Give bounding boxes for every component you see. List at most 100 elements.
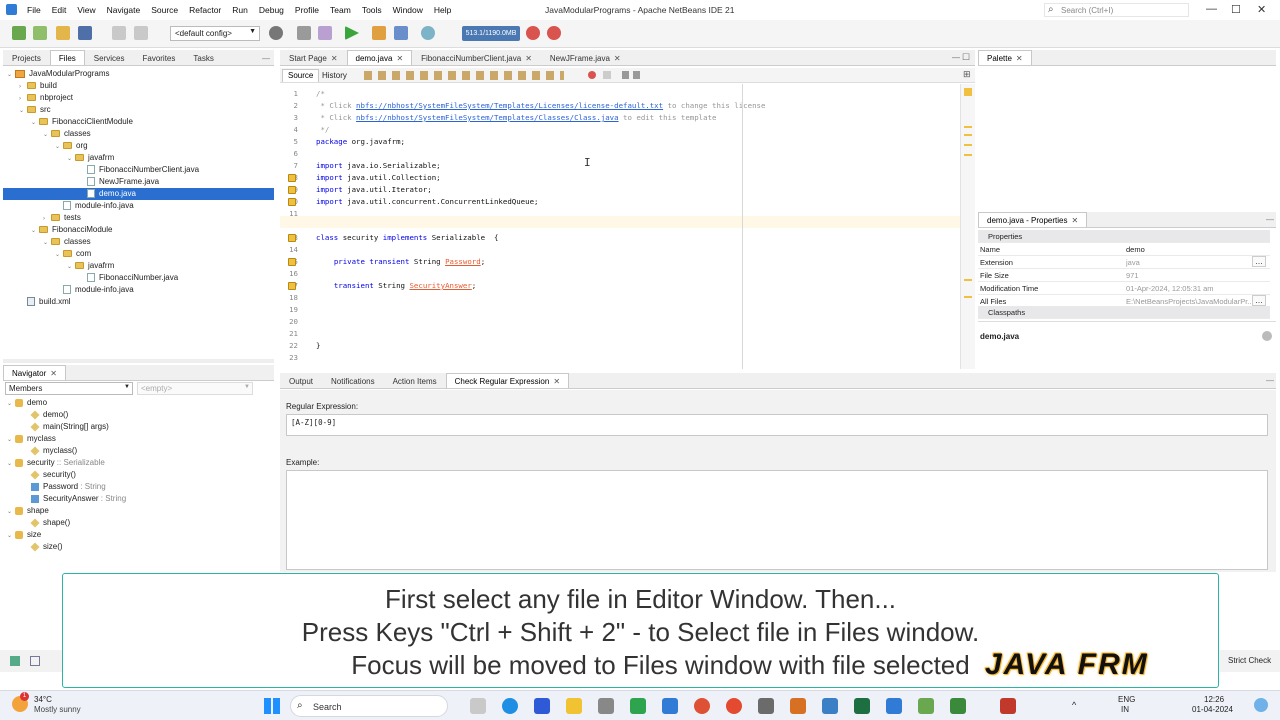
lightbulb-hint-icon[interactable]	[288, 186, 296, 194]
search-input[interactable]: ⌕ Search (Ctrl+I)	[1044, 3, 1189, 17]
minimize-editor-icon[interactable]: —	[952, 53, 960, 62]
splitter[interactable]	[3, 359, 274, 363]
tab-services[interactable]: Services	[85, 50, 134, 65]
app-icon[interactable]	[630, 698, 646, 714]
navigator-item[interactable]: Password : String	[3, 481, 106, 493]
lightbulb-hint-icon[interactable]	[288, 234, 296, 242]
tab-tasks[interactable]: Tasks	[184, 50, 222, 65]
minimize-panel-icon[interactable]: —	[1266, 376, 1274, 385]
app-icon[interactable]	[726, 698, 742, 714]
navigator-item[interactable]: SecurityAnswer : String	[3, 493, 126, 505]
clock-date[interactable]: 01-04-2024	[1192, 705, 1233, 714]
redo-icon[interactable]	[134, 26, 148, 40]
property-row[interactable]: Modification Time 01-Apr-2024, 12:05:31 a…	[978, 282, 1270, 295]
task-view-icon[interactable]	[470, 698, 486, 714]
close-icon[interactable]: ✕	[553, 377, 560, 386]
attach-icon[interactable]	[421, 26, 435, 40]
tree-item[interactable]: ⌄ classes	[3, 236, 274, 248]
profile-icon[interactable]	[394, 26, 408, 40]
clock-time[interactable]: 12:26	[1204, 695, 1224, 704]
app-icon[interactable]	[1000, 698, 1016, 714]
regex-input[interactable]: [A-Z][0-9]	[286, 414, 1268, 436]
tree-item[interactable]: ⌄ javafrm	[3, 260, 274, 272]
app-icon[interactable]	[822, 698, 838, 714]
split-editor-icon[interactable]: ⊞	[963, 69, 971, 80]
tree-item[interactable]: NewJFrame.java	[3, 176, 274, 188]
navigator-item[interactable]: demo()	[3, 409, 68, 421]
navigator-item[interactable]: ⌄ security :: Serializable	[3, 457, 105, 469]
close-icon[interactable]: ✕	[614, 54, 621, 63]
tree-item[interactable]: build.xml	[3, 296, 274, 308]
tree-item[interactable]: ⌄ src	[3, 104, 274, 116]
close-icon[interactable]: ✕	[525, 54, 532, 63]
source-view-button[interactable]: Source	[282, 69, 320, 82]
warning-mark[interactable]	[964, 144, 972, 146]
tree-item[interactable]: ⌄ com	[3, 248, 274, 260]
navigator-item[interactable]: ⌄ myclass	[3, 433, 56, 445]
menu-item-run[interactable]: Run	[232, 5, 248, 15]
tab-properties[interactable]: demo.java - Properties ✕	[978, 212, 1088, 227]
build-icon[interactable]	[297, 26, 311, 40]
lightbulb-hint-icon[interactable]	[288, 198, 296, 206]
navigator-item[interactable]: size()	[3, 541, 63, 553]
properties-section[interactable]: Properties	[978, 230, 1270, 243]
tab-navigator[interactable]: Navigator ✕	[3, 365, 66, 380]
warning-mark[interactable]	[964, 279, 972, 281]
tree-item[interactable]: demo.java	[3, 188, 274, 200]
tree-item[interactable]: › nbproject	[3, 92, 274, 104]
menu-item-window[interactable]: Window	[393, 5, 423, 15]
comment-icons[interactable]	[622, 71, 642, 79]
navigator-item[interactable]: security()	[3, 469, 76, 481]
error-stripe[interactable]	[960, 84, 975, 369]
chevron-up-icon[interactable]: ^	[1072, 700, 1076, 710]
warning-mark[interactable]	[964, 154, 972, 156]
word-icon[interactable]	[534, 698, 550, 714]
classpaths-section[interactable]: Classpaths	[978, 306, 1270, 319]
navigator-filter-select[interactable]: Members ▼	[5, 382, 133, 395]
navigator-item[interactable]: ⌄ demo	[3, 397, 47, 409]
regex-tool-icon[interactable]	[30, 656, 40, 666]
tree-item[interactable]: ⌄ classes	[3, 128, 274, 140]
property-row[interactable]: File Size 971	[978, 269, 1270, 282]
edge-icon[interactable]	[502, 698, 518, 714]
tab-action-items[interactable]: Action Items	[384, 373, 446, 388]
property-row[interactable]: Extension java…	[978, 256, 1270, 269]
menu-item-file[interactable]: File	[27, 5, 41, 15]
tree-item[interactable]: module-info.java	[3, 284, 274, 296]
property-value[interactable]: java	[1126, 258, 1264, 267]
history-view-button[interactable]: History	[322, 71, 347, 80]
property-value[interactable]: E:\NetBeansProjects\JavaModularPr...	[1126, 297, 1264, 306]
excel-icon[interactable]	[854, 698, 870, 714]
tree-item[interactable]: ⌄ FibonacciClientModule	[3, 116, 274, 128]
tab-notifications[interactable]: Notifications	[322, 373, 384, 388]
menu-item-profile[interactable]: Profile	[295, 5, 319, 15]
menu-item-navigate[interactable]: Navigate	[107, 5, 141, 15]
tab-fibonaccinumberclient-java[interactable]: FibonacciNumberClient.java ✕	[412, 50, 541, 65]
record-macro-icon[interactable]	[588, 71, 596, 79]
tab-files[interactable]: Files	[49, 50, 85, 65]
debug-icon[interactable]	[372, 26, 386, 40]
warning-mark[interactable]	[964, 134, 972, 136]
ellipsis-button[interactable]: …	[1252, 256, 1266, 267]
undo-icon[interactable]	[112, 26, 126, 40]
tab-newjframe-java[interactable]: NewJFrame.java ✕	[541, 50, 630, 65]
language-label[interactable]: ENG	[1118, 695, 1135, 704]
navigator-item[interactable]: ⌄ shape	[3, 505, 49, 517]
config-select[interactable]: <default config> ▼	[170, 26, 260, 41]
copilot-icon[interactable]	[1254, 698, 1268, 712]
maximize-button[interactable]: ☐	[1231, 3, 1241, 16]
target-icon[interactable]	[269, 26, 283, 40]
run-icon[interactable]	[345, 26, 359, 40]
close-button[interactable]: ✕	[1257, 3, 1266, 16]
regex-tool-icon[interactable]	[10, 656, 20, 666]
navigator-item[interactable]: myclass()	[3, 445, 77, 457]
warning-mark[interactable]	[964, 126, 972, 128]
minimize-button[interactable]: —	[1206, 3, 1217, 15]
property-row[interactable]: Name demo	[978, 243, 1270, 256]
menu-item-view[interactable]: View	[77, 5, 95, 15]
warning-mark[interactable]	[964, 296, 972, 298]
minimize-panel-icon[interactable]: —	[262, 54, 270, 63]
tree-item[interactable]: › tests	[3, 212, 274, 224]
tree-item[interactable]: ⌄ JavaModularPrograms	[3, 68, 274, 80]
tab-output[interactable]: Output	[280, 373, 322, 388]
